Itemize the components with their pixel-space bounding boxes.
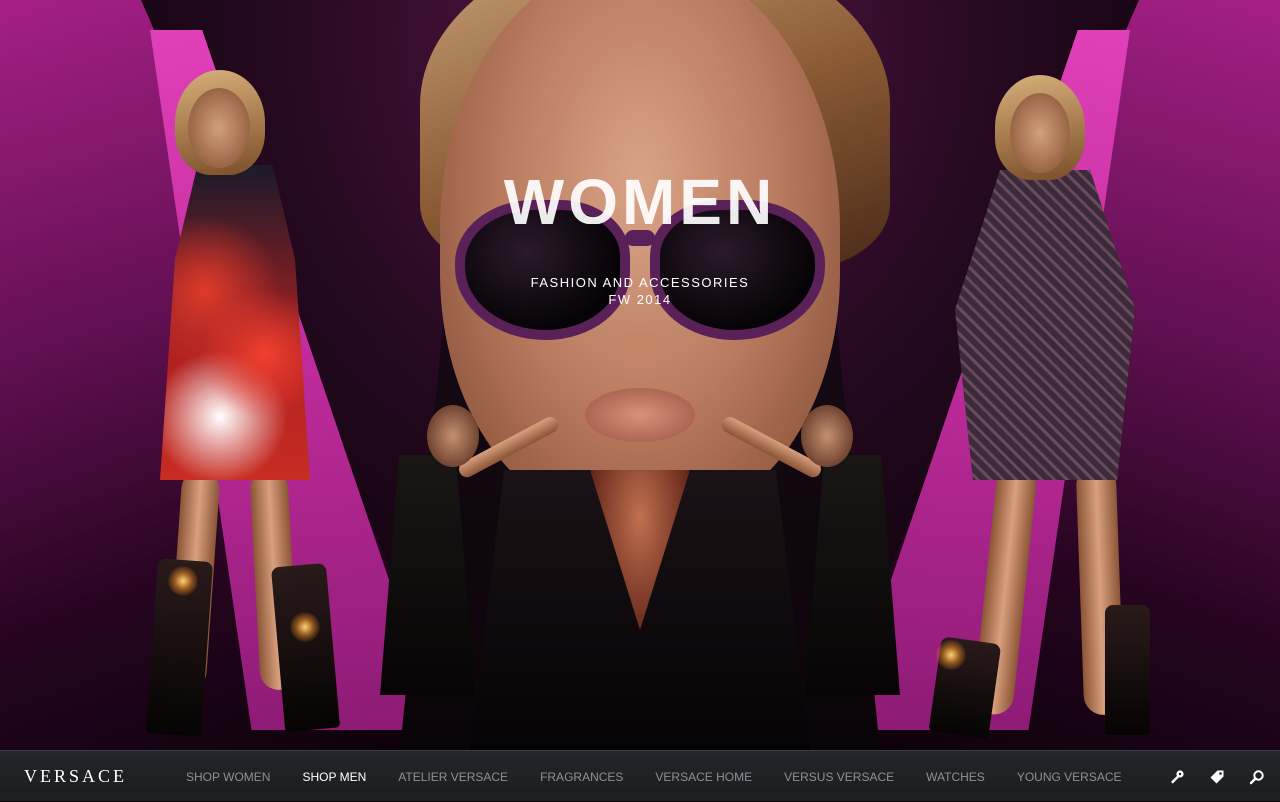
model-lips — [585, 388, 695, 442]
tag-icon[interactable] — [1208, 768, 1226, 786]
hero-headline[interactable]: WOMEN — [0, 160, 1280, 224]
hero-banner[interactable]: WOMEN FASHION AND ACCESSORIES FW 2014 — [0, 0, 1280, 750]
nav-menu: SHOP WOMEN SHOP MEN ATELIER VERSACE FRAG… — [170, 751, 1138, 802]
light-glow — [290, 612, 320, 642]
hero-subtitle-line1: FASHION AND ACCESSORIES — [530, 275, 750, 290]
hero-subtitle-line2: FW 2014 — [608, 292, 672, 307]
crouching-model-right — [719, 405, 915, 735]
nav-item-atelier-versace[interactable]: ATELIER VERSACE — [382, 770, 524, 784]
search-icon[interactable] — [1248, 768, 1266, 786]
nav-item-versace-home[interactable]: VERSACE HOME — [639, 770, 768, 784]
nav-item-shop-women[interactable]: SHOP WOMEN — [170, 770, 286, 784]
nav-item-shop-men[interactable]: SHOP MEN — [286, 770, 382, 784]
nav-item-young-versace[interactable]: YOUNG VERSACE — [1001, 770, 1138, 784]
nav-item-fragrances[interactable]: FRAGRANCES — [524, 770, 639, 784]
nav-item-versus-versace[interactable]: VERSUS VERSACE — [768, 770, 910, 784]
key-icon[interactable] — [1168, 768, 1186, 786]
light-glow — [936, 640, 966, 670]
hero-subtitle[interactable]: FASHION AND ACCESSORIES FW 2014 — [0, 274, 1280, 308]
nav-item-watches[interactable]: WATCHES — [910, 770, 1001, 784]
crouching-model-left — [365, 405, 561, 735]
versace-logo[interactable]: VERSACE — [24, 751, 127, 802]
bottom-navbar: VERSACE SHOP WOMEN SHOP MEN ATELIER VERS… — [0, 750, 1280, 801]
nav-icons — [1168, 751, 1266, 802]
light-glow — [168, 566, 198, 596]
